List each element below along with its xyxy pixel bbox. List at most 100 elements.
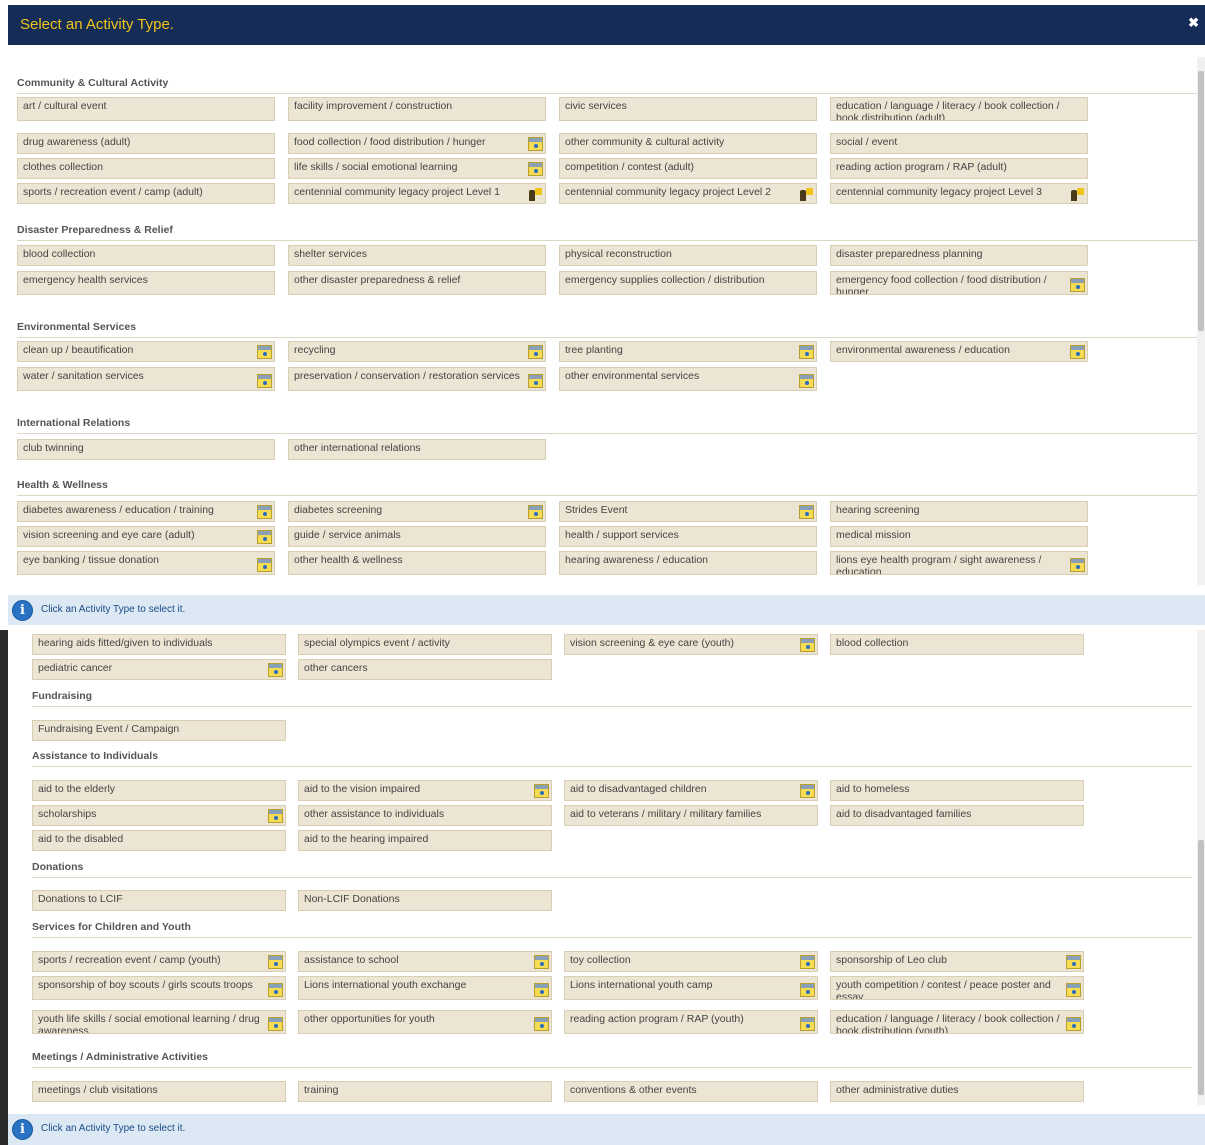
section-title-health-wellness: Health & Wellness bbox=[17, 479, 108, 491]
activity-disaster-preparedness-planning[interactable]: disaster preparedness planning bbox=[830, 245, 1088, 266]
scrollbar-thumb-scrolled[interactable] bbox=[1198, 840, 1204, 1095]
activity-environmental-awareness-education[interactable]: environmental awareness / education bbox=[830, 341, 1088, 362]
activity-art-cultural-event[interactable]: art / cultural event bbox=[17, 97, 275, 121]
activity-label: diabetes awareness / education / trainin… bbox=[23, 504, 214, 516]
activity-diabetes-awareness-education-training[interactable]: diabetes awareness / education / trainin… bbox=[17, 501, 275, 522]
scrollbar[interactable] bbox=[1197, 57, 1205, 585]
activity-centennial-community-legacy-project-level-3[interactable]: centennial community legacy project Leve… bbox=[830, 183, 1088, 204]
activity-conventions-other-events[interactable]: conventions & other events bbox=[564, 1081, 818, 1102]
activity-label: blood collection bbox=[836, 637, 909, 649]
activity-lions-eye-health-program-sight-awareness-education[interactable]: lions eye health program / sight awarene… bbox=[830, 551, 1088, 575]
activity-youth-life-skills-social-emotional-learning-drug-awareness[interactable]: youth life skills / social emotional lea… bbox=[32, 1010, 286, 1034]
close-icon[interactable]: ✖ bbox=[1188, 15, 1199, 31]
activity-shelter-services[interactable]: shelter services bbox=[288, 245, 546, 266]
activity-other-international-relations[interactable]: other international relations bbox=[288, 439, 546, 460]
activity-aid-to-the-vision-impaired[interactable]: aid to the vision impaired bbox=[298, 780, 552, 801]
activity-label: sports / recreation event / camp (adult) bbox=[23, 186, 203, 198]
activity-label: toy collection bbox=[570, 954, 631, 966]
activity-physical-reconstruction[interactable]: physical reconstruction bbox=[559, 245, 817, 266]
activity-guide-service-animals[interactable]: guide / service animals bbox=[288, 526, 546, 547]
activity-label: art / cultural event bbox=[23, 100, 107, 112]
activity-other-cancers[interactable]: other cancers bbox=[298, 659, 552, 680]
activity-competition-contest-adult[interactable]: competition / contest (adult) bbox=[559, 158, 817, 179]
activity-education-language-literacy-book-collection-book-distribution-youth[interactable]: education / language / literacy / book c… bbox=[830, 1010, 1084, 1034]
activity-label: social / event bbox=[836, 136, 898, 148]
activity-aid-to-the-elderly[interactable]: aid to the elderly bbox=[32, 780, 286, 801]
activity-preservation-conservation-restoration-services[interactable]: preservation / conservation / restoratio… bbox=[288, 367, 546, 391]
activity-lions-international-youth-exchange[interactable]: Lions international youth exchange bbox=[298, 976, 552, 1000]
activity-vision-screening-eye-care-youth[interactable]: vision screening & eye care (youth) bbox=[564, 634, 818, 655]
activity-drug-awareness-adult[interactable]: drug awareness (adult) bbox=[17, 133, 275, 154]
activity-label: other administrative duties bbox=[836, 1084, 959, 1096]
activity-diabetes-screening[interactable]: diabetes screening bbox=[288, 501, 546, 522]
activity-reading-action-program-rap-adult[interactable]: reading action program / RAP (adult) bbox=[830, 158, 1088, 179]
activity-education-language-literacy-book-collection-book-distribution-adult[interactable]: education / language / literacy / book c… bbox=[830, 97, 1088, 121]
activity-hearing-awareness-education[interactable]: hearing awareness / education bbox=[559, 551, 817, 575]
activity-sponsorship-of-leo-club[interactable]: sponsorship of Leo club bbox=[830, 951, 1084, 972]
activity-social-event[interactable]: social / event bbox=[830, 133, 1088, 154]
activity-centennial-community-legacy-project-level-1[interactable]: centennial community legacy project Leve… bbox=[288, 183, 546, 204]
activity-lions-international-youth-camp[interactable]: Lions international youth camp bbox=[564, 976, 818, 1000]
activity-assistance-to-school[interactable]: assistance to school bbox=[298, 951, 552, 972]
activity-non-lcif-donations[interactable]: Non-LCIF Donations bbox=[298, 890, 552, 911]
activity-clean-up-beautification[interactable]: clean up / beautification bbox=[17, 341, 275, 362]
activity-club-twinning[interactable]: club twinning bbox=[17, 439, 275, 460]
activity-aid-to-the-disabled[interactable]: aid to the disabled bbox=[32, 830, 286, 851]
activity-sports-recreation-event-camp-adult[interactable]: sports / recreation event / camp (adult) bbox=[17, 183, 275, 204]
scrollbar-thumb[interactable] bbox=[1198, 71, 1204, 331]
activity-aid-to-disadvantaged-families[interactable]: aid to disadvantaged families bbox=[830, 805, 1084, 826]
activity-label: lions eye health program / sight awarene… bbox=[836, 554, 1042, 575]
activity-blood-collection[interactable]: blood collection bbox=[17, 245, 275, 266]
activity-emergency-health-services[interactable]: emergency health services bbox=[17, 271, 275, 295]
activity-hearing-screening[interactable]: hearing screening bbox=[830, 501, 1088, 522]
activity-meetings-club-visitations[interactable]: meetings / club visitations bbox=[32, 1081, 286, 1102]
activity-other-disaster-preparedness-relief[interactable]: other disaster preparedness & relief bbox=[288, 271, 546, 295]
activity-water-sanitation-services[interactable]: water / sanitation services bbox=[17, 367, 275, 391]
activity-sports-recreation-event-camp-youth[interactable]: sports / recreation event / camp (youth) bbox=[32, 951, 286, 972]
activity-other-administrative-duties[interactable]: other administrative duties bbox=[830, 1081, 1084, 1102]
activity-other-community-cultural-activity[interactable]: other community & cultural activity bbox=[559, 133, 817, 154]
activity-vision-screening-and-eye-care-adult[interactable]: vision screening and eye care (adult) bbox=[17, 526, 275, 547]
activity-food-collection-food-distribution-hunger[interactable]: food collection / food distribution / hu… bbox=[288, 133, 546, 154]
activity-life-skills-social-emotional-learning[interactable]: life skills / social emotional learning bbox=[288, 158, 546, 179]
activity-label: other community & cultural activity bbox=[565, 136, 725, 148]
activity-reading-action-program-rap-youth[interactable]: reading action program / RAP (youth) bbox=[564, 1010, 818, 1034]
activity-centennial-community-legacy-project-level-2[interactable]: centennial community legacy project Leve… bbox=[559, 183, 817, 204]
activity-hearing-aids-fitted-given-to-individuals[interactable]: hearing aids fitted/given to individuals bbox=[32, 634, 286, 655]
activity-emergency-food-collection-food-distribution-hunger[interactable]: emergency food collection / food distrib… bbox=[830, 271, 1088, 295]
activity-label: vision screening and eye care (adult) bbox=[23, 529, 195, 541]
activity-scholarships[interactable]: scholarships bbox=[32, 805, 286, 826]
activity-training[interactable]: training bbox=[298, 1081, 552, 1102]
activity-recycling[interactable]: recycling bbox=[288, 341, 546, 362]
activity-blood-collection[interactable]: blood collection bbox=[830, 634, 1084, 655]
activity-tree-planting[interactable]: tree planting bbox=[559, 341, 817, 362]
activity-other-health-wellness[interactable]: other health & wellness bbox=[288, 551, 546, 575]
activity-donations-to-lcif[interactable]: Donations to LCIF bbox=[32, 890, 286, 911]
info-icon: i bbox=[12, 1119, 33, 1140]
activity-emergency-supplies-collection-distribution[interactable]: emergency supplies collection / distribu… bbox=[559, 271, 817, 295]
activity-other-environmental-services[interactable]: other environmental services bbox=[559, 367, 817, 391]
section-divider bbox=[32, 937, 1192, 938]
activity-facility-improvement-construction[interactable]: facility improvement / construction bbox=[288, 97, 546, 121]
activity-eye-banking-tissue-donation[interactable]: eye banking / tissue donation bbox=[17, 551, 275, 575]
activity-aid-to-the-hearing-impaired[interactable]: aid to the hearing impaired bbox=[298, 830, 552, 851]
activity-clothes-collection[interactable]: clothes collection bbox=[17, 158, 275, 179]
activity-aid-to-veterans-military-military-families[interactable]: aid to veterans / military / military fa… bbox=[564, 805, 818, 826]
activity-pediatric-cancer[interactable]: pediatric cancer bbox=[32, 659, 286, 680]
activity-fundraising-event-campaign[interactable]: Fundraising Event / Campaign bbox=[32, 720, 286, 741]
activity-civic-services[interactable]: civic services bbox=[559, 97, 817, 121]
activity-label: other assistance to individuals bbox=[304, 808, 445, 820]
activity-aid-to-disadvantaged-children[interactable]: aid to disadvantaged children bbox=[564, 780, 818, 801]
activity-other-assistance-to-individuals[interactable]: other assistance to individuals bbox=[298, 805, 552, 826]
activity-aid-to-homeless[interactable]: aid to homeless bbox=[830, 780, 1084, 801]
activity-label: sports / recreation event / camp (youth) bbox=[38, 954, 221, 966]
activity-toy-collection[interactable]: toy collection bbox=[564, 951, 818, 972]
activity-strides-event[interactable]: Strides Event bbox=[559, 501, 817, 522]
activity-sponsorship-of-boy-scouts-girls-scouts-troops[interactable]: sponsorship of boy scouts / girls scouts… bbox=[32, 976, 286, 1000]
scrollbar-scrolled[interactable] bbox=[1197, 630, 1205, 1105]
activity-youth-competition-contest-peace-poster-and-essay[interactable]: youth competition / contest / peace post… bbox=[830, 976, 1084, 1000]
activity-medical-mission[interactable]: medical mission bbox=[830, 526, 1088, 547]
activity-special-olympics-event-activity[interactable]: special olympics event / activity bbox=[298, 634, 552, 655]
activity-health-support-services[interactable]: health / support services bbox=[559, 526, 817, 547]
activity-other-opportunities-for-youth[interactable]: other opportunities for youth bbox=[298, 1010, 552, 1034]
